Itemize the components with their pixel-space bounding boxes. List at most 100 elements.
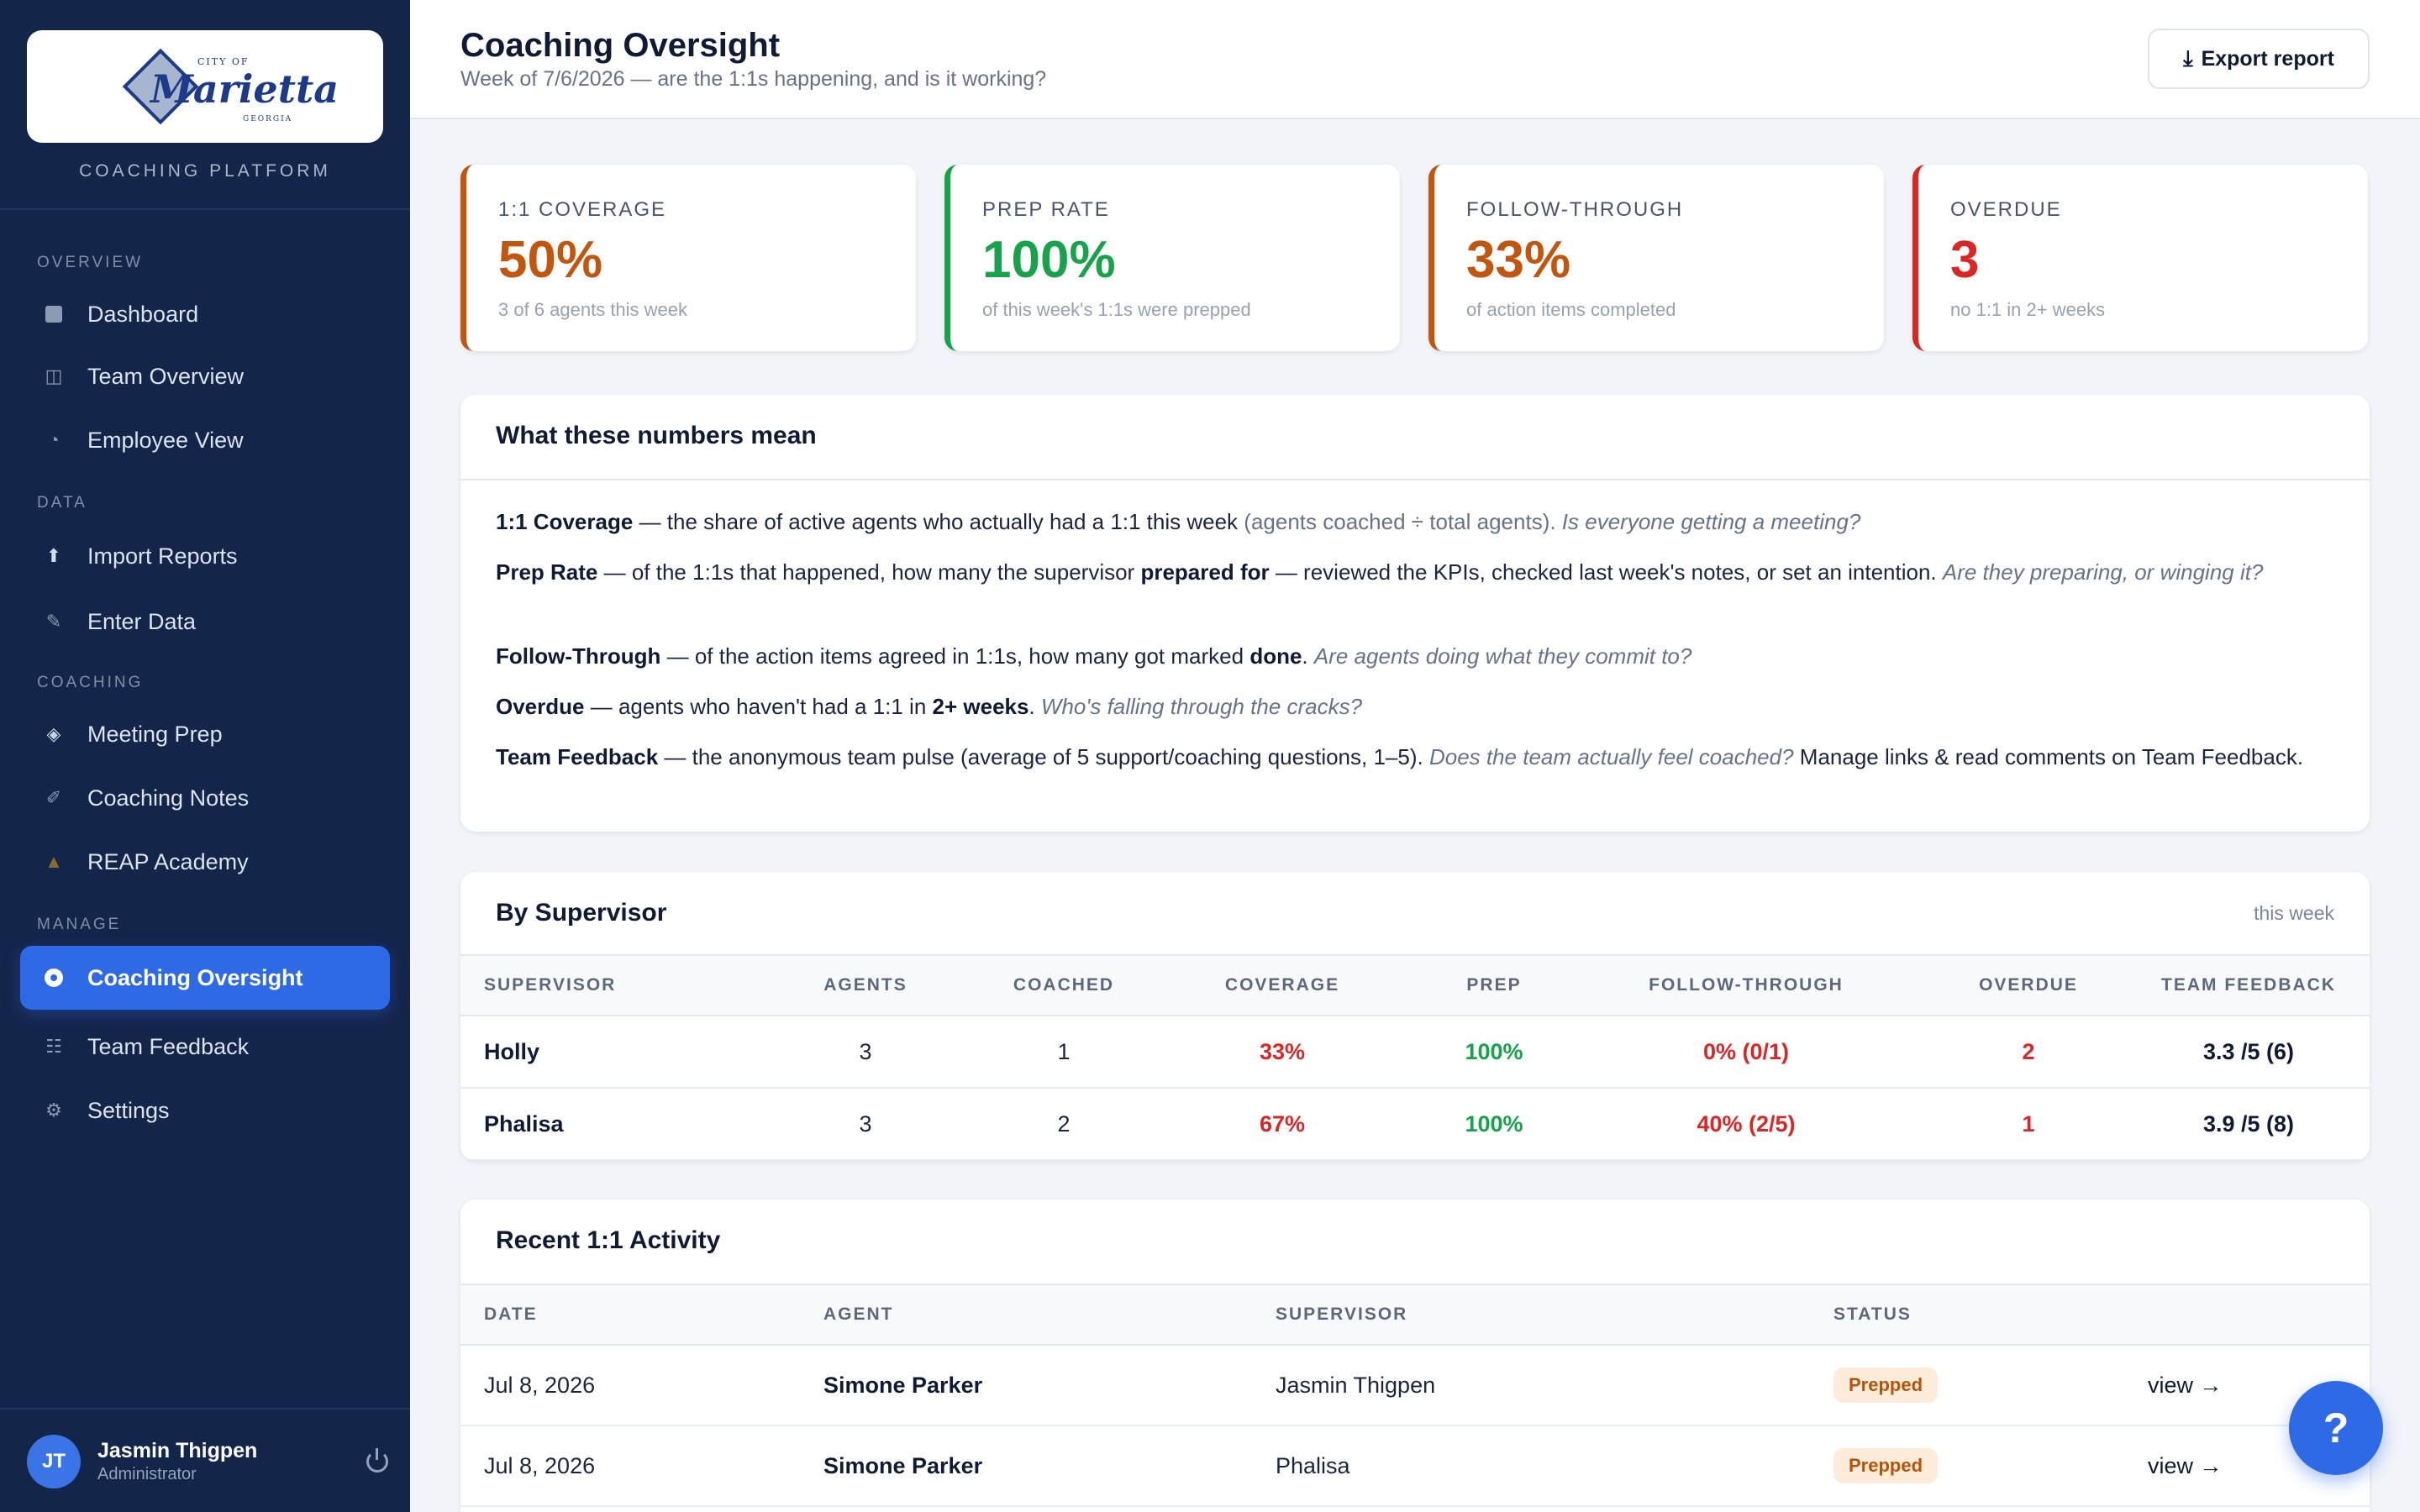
sidebar-item-coaching-oversight[interactable]: Coaching Oversight [20,946,390,1010]
overdue-explanation: Overdue — agents who haven't had a 1:1 i… [496,694,1363,719]
supervisor-name: Jasmin Thigpen [1276,1345,1833,1426]
column-header[interactable]: COVERAGE [1139,954,1425,1016]
sidebar-item-enter-data[interactable]: ✎ Enter Data [20,590,390,654]
page-subtitle: Week of 7/6/2026 — are the 1:1s happenin… [460,67,1047,91]
graduation-cap-icon: ▲ [45,851,63,872]
coached-count: 2 [988,1088,1139,1161]
column-header [2148,1284,2370,1346]
power-icon[interactable] [366,1448,388,1473]
team-feedback-value: 3.9 /5 (8) [2128,1088,2370,1161]
team-feedback-value: 3.3 /5 (6) [2128,1016,2370,1089]
column-header[interactable]: STATUS [1833,1284,2148,1346]
sidebar-item-label: Dashboard [87,301,199,327]
download-icon: ⤓ [2183,45,2193,71]
kpi-caption: 3 of 6 agents this week [498,299,688,320]
table-row[interactable]: Jul 8, 2026 Simone Parker Jasmin Thigpen… [460,1345,2370,1426]
agents-count: 3 [743,1088,988,1161]
card-title: By Supervisor [496,899,667,927]
table-row[interactable]: Jul 8, 2026 Simone Parker Phalisa Preppe… [460,1425,2370,1507]
by-supervisor-card: By Supervisor this week SUPERVISOR AGENT… [460,872,2370,1161]
period-label: this week [2254,902,2334,924]
card-divider [460,479,2370,480]
sidebar-item-label: Team Overview [87,363,245,389]
sidebar-item-label: Coaching Oversight [87,964,303,990]
sidebar-item-reap-academy[interactable]: ▲ REAP Academy [20,830,390,894]
column-header[interactable]: OVERDUE [1929,954,2128,1016]
column-header[interactable]: AGENTS [743,954,988,1016]
section-manage: MANAGE [37,916,122,933]
column-header[interactable]: AGENT [823,1284,1276,1346]
sidebar-item-label: Team Feedback [87,1033,250,1059]
sidebar: CITY OF Marietta GEORGIA COACHING PLATFO… [0,0,410,1512]
follow-through-explanation: Follow-Through — of the action items agr… [496,643,1692,669]
agents-count: 3 [743,1016,988,1089]
column-header[interactable]: TEAM FEEDBACK [2128,954,2370,1016]
kpi-label: OVERDUE [1950,198,2062,221]
follow-through-value: 0% (0/1) [1563,1016,1929,1089]
column-header[interactable]: FOLLOW-THROUGH [1563,954,1929,1016]
pie-icon: ◔ [48,429,60,450]
table-row[interactable]: Phalisa 3 2 67% 100% 40% (2/5) 1 3.9 /5 … [460,1088,2370,1161]
sidebar-item-label: REAP Academy [87,848,249,874]
sidebar-item-label: Settings [87,1097,170,1123]
column-header[interactable]: COACHED [988,954,1139,1016]
target-icon [44,968,64,988]
supervisor-name: Holly [460,1016,743,1089]
kpi-value: 3 [1950,231,1980,289]
sidebar-item-team-overview[interactable]: ◫ Team Overview [20,344,390,408]
card-title: What these numbers mean [496,422,817,449]
sidebar-item-team-feedback[interactable]: ☷ Team Feedback [20,1015,390,1079]
activity-date: Jul 8, 2026 [460,1345,823,1426]
list-icon: ☷ [45,1036,62,1057]
gear-icon: ⚙ [45,1100,62,1121]
table-row[interactable]: Holly 3 1 33% 100% 0% (0/1) 2 3.3 /5 (6) [460,1016,2370,1089]
user-name: Jasmin Thigpen [97,1439,258,1462]
sidebar-item-settings[interactable]: ⚙ Settings [20,1079,390,1142]
table-header-row: DATE AGENT SUPERVISOR STATUS [460,1284,2370,1346]
prep-value: 100% [1425,1016,1563,1089]
kpi-label: PREP RATE [982,198,1110,221]
column-header[interactable]: PREP [1425,954,1563,1016]
prep-explanation: Prep Rate — of the 1:1s that happened, h… [496,559,2264,585]
column-header[interactable]: SUPERVISOR [1276,1284,1833,1346]
export-report-button[interactable]: ⤓ Export report [2148,29,2370,89]
coverage-explanation: 1:1 Coverage — the share of active agent… [496,509,1861,534]
kpi-value: 100% [982,231,1116,289]
page-header: Coaching Oversight Week of 7/6/2026 — ar… [410,0,2420,119]
platform-label: COACHING PLATFORM [79,161,331,181]
kpi-caption: no 1:1 in 2+ weeks [1950,299,2106,320]
kpi-value: 33% [1466,231,1571,289]
page-title: Coaching Oversight [460,27,781,64]
city-logo[interactable]: CITY OF Marietta GEORGIA [27,30,383,143]
diamond-icon: ◈ [46,723,61,744]
metrics-explanation-card: What these numbers mean 1:1 Coverage — t… [460,395,2370,832]
sidebar-item-import-reports[interactable]: ⬆ Import Reports [20,524,390,588]
supervisor-name: Phalisa [460,1088,743,1161]
card-title: Recent 1:1 Activity [496,1226,721,1254]
view-link[interactable]: view → [2148,1453,2223,1478]
sidebar-item-employee-view[interactable]: ◔ Employee View [20,408,390,472]
view-link[interactable]: view → [2148,1373,2223,1398]
coverage-value: 67% [1139,1088,1425,1161]
activity-table: DATE AGENT SUPERVISOR STATUS Jul 8, 2026… [460,1284,2370,1507]
overdue-value: 1 [1929,1088,2128,1161]
column-header[interactable]: DATE [460,1284,823,1346]
avatar: JT [27,1435,81,1488]
sidebar-divider [0,1408,410,1410]
status-badge: Prepped [1833,1368,1939,1403]
upload-arrow-icon: ⬆ [45,545,62,566]
help-button[interactable]: ? [2289,1381,2383,1475]
team-feedback-explanation: Team Feedback — the anonymous team pulse… [496,744,2304,769]
kpi-card-prep-rate: PREP RATE 100% of this week's 1:1s were … [944,165,1400,351]
sidebar-item-coaching-notes[interactable]: ✐ Coaching Notes [20,766,390,830]
prep-value: 100% [1425,1088,1563,1161]
sidebar-item-dashboard[interactable]: Dashboard [20,282,390,346]
sidebar-item-meeting-prep[interactable]: ◈ Meeting Prep [20,702,390,766]
user-profile[interactable]: JT Jasmin Thigpen Administrator [27,1435,388,1488]
column-header[interactable]: SUPERVISOR [460,954,743,1016]
table-header-row: SUPERVISOR AGENTS COACHED COVERAGE PREP … [460,954,2370,1016]
kpi-label: 1:1 COVERAGE [498,198,667,221]
sidebar-item-label: Enter Data [87,608,197,634]
sidebar-item-label: Coaching Notes [87,785,250,811]
export-label: Export report [2201,46,2334,71]
